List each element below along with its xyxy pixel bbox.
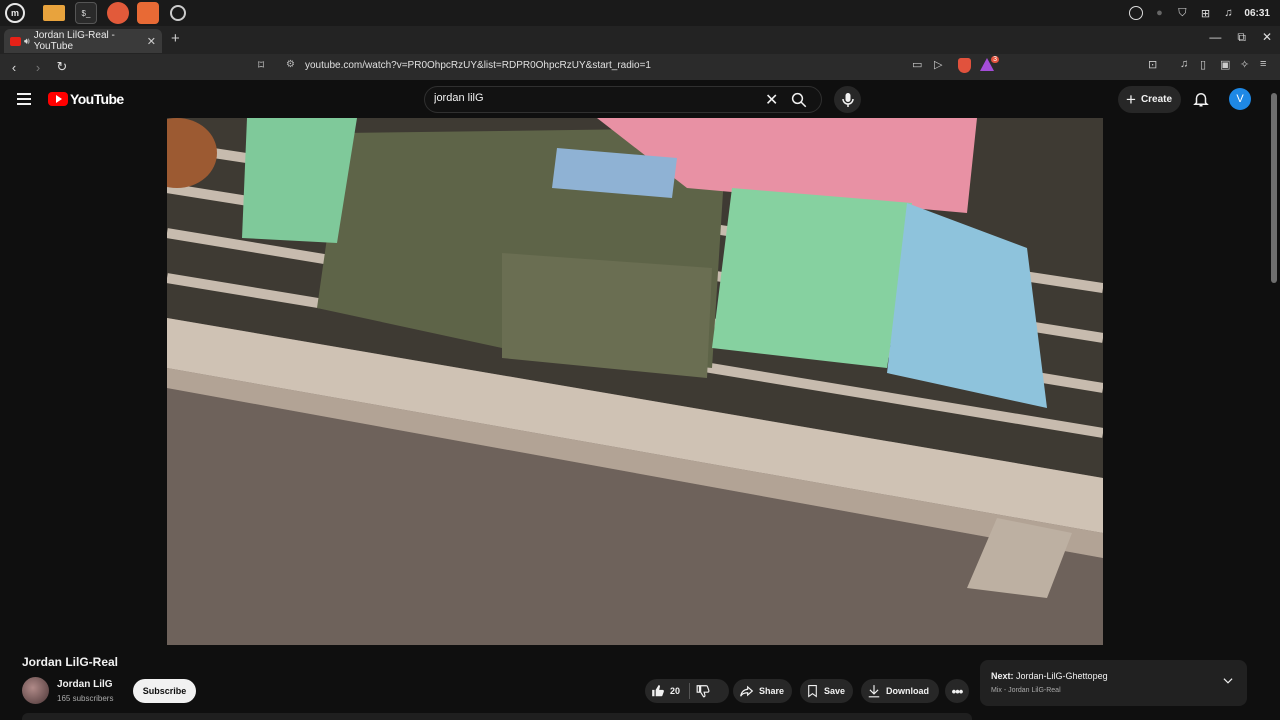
terminal-icon[interactable]: $_ [75, 2, 97, 24]
wallet-icon[interactable]: ▣ [1220, 58, 1230, 71]
next-mix-label: Mix - Jordan LilG-Real [991, 687, 1061, 694]
notifications-bell-icon[interactable] [1192, 90, 1210, 108]
plus-icon: + [1126, 89, 1136, 109]
cast-icon[interactable]: ▭ [912, 58, 922, 71]
address-bar[interactable]: youtube.com/watch?v=PR0OhpcRzUY&list=RDP… [305, 60, 651, 71]
account-avatar[interactable]: V [1229, 88, 1251, 110]
youtube-logo[interactable]: YouTube [48, 91, 124, 107]
save-button[interactable]: Save [800, 679, 853, 703]
youtube-favicon-icon [10, 36, 22, 46]
browser-tab-strip: 🔊︎ Jordan LilG-Real - YouTube ✕ + — ⧉ ✕ [0, 26, 1280, 54]
speaker-icon[interactable]: 🔊︎ [24, 36, 30, 47]
like-icon[interactable] [651, 684, 665, 698]
share-button[interactable]: Share [733, 679, 792, 703]
mint-menu-icon[interactable]: m [5, 3, 25, 23]
reload-icon[interactable]: ↻ [52, 59, 72, 75]
other-icon[interactable] [170, 5, 186, 21]
media-icon[interactable]: ♫ [1180, 58, 1188, 70]
new-tab-button[interactable]: + [171, 30, 180, 47]
more-actions-button[interactable]: ••• [945, 679, 969, 703]
voice-search-button[interactable] [834, 86, 861, 113]
video-frame-image [167, 118, 1103, 645]
dot-icon: ● [1156, 7, 1163, 19]
tab-youtube[interactable]: 🔊︎ Jordan LilG-Real - YouTube ✕ [4, 29, 162, 53]
clock[interactable]: 06:31 [1244, 8, 1270, 19]
dislike-icon[interactable] [696, 684, 710, 698]
brave-icon[interactable] [137, 2, 159, 24]
youtube-play-icon [48, 92, 68, 106]
close-window-icon[interactable]: ✕ [1262, 30, 1272, 45]
os-taskbar: m $_ ● ⛉ ⊞ ♫ 06:31 [0, 0, 1280, 26]
youtube-logo-text: YouTube [70, 91, 124, 107]
minimize-icon[interactable]: — [1209, 30, 1221, 45]
like-count[interactable]: 20 [670, 686, 680, 696]
send-icon[interactable]: ▷ [934, 58, 942, 71]
leo-ai-icon[interactable]: ✧ [1240, 58, 1249, 71]
next-video-title: Jordan-LilG-Ghettopeg [1016, 671, 1108, 681]
download-icon [868, 685, 880, 698]
search-input[interactable] [434, 92, 754, 104]
brave-rewards-icon[interactable]: 3 [980, 56, 999, 72]
search-box: ✕ [424, 86, 822, 113]
youtube-header: YouTube ✕ + Create V [0, 80, 1280, 118]
save-label: Save [824, 686, 846, 696]
search-icon[interactable] [790, 91, 808, 109]
more-dots-icon: ••• [951, 683, 964, 699]
screenshot-icon[interactable]: ⊡ [1148, 58, 1157, 71]
description-box-edge [22, 713, 972, 720]
channel-name[interactable]: Jordan LilG [57, 679, 113, 690]
site-info-icon[interactable]: ⚙ [286, 59, 295, 70]
next-title: Next: Jordan-LilG-Ghettopeg [991, 671, 1108, 681]
forward-icon[interactable]: › [28, 60, 48, 75]
video-title: Jordan LilG-Real [22, 655, 119, 669]
window-controls: — ⧉ ✕ [1209, 30, 1272, 45]
chevron-down-icon[interactable] [1221, 674, 1235, 688]
page-scrollbar[interactable] [1271, 93, 1277, 283]
hamburger-menu-icon[interactable] [17, 93, 31, 108]
recording-icon[interactable] [1129, 6, 1144, 20]
next-up-card[interactable]: Next: Jordan-LilG-Ghettopeg Mix - Jordan… [980, 660, 1247, 706]
tab-title: Jordan LilG-Real - YouTube [33, 30, 115, 52]
bookmark-icon[interactable]: ⌑ [258, 58, 264, 72]
video-player[interactable] [167, 118, 1103, 645]
create-button[interactable]: + Create [1118, 86, 1181, 113]
music-icon[interactable]: ♫ [1221, 6, 1235, 20]
clear-search-icon[interactable]: ✕ [765, 90, 778, 110]
channel-avatar[interactable] [22, 677, 49, 704]
sidebar-icon[interactable]: ▯ [1200, 58, 1206, 71]
like-divider [689, 683, 691, 699]
browser-toolbar: ‹ › ↻ ⌑ ⚙ youtube.com/watch?v=PR0OhpcRzU… [0, 54, 1280, 80]
brave-shield-icon[interactable] [958, 58, 971, 73]
restore-icon[interactable]: ⧉ [1237, 30, 1246, 45]
firefox-icon[interactable] [107, 2, 129, 24]
close-tab-icon[interactable]: ✕ [147, 35, 156, 48]
menu-icon[interactable]: ≡ [1260, 58, 1266, 70]
download-button[interactable]: Download [861, 679, 939, 703]
back-icon[interactable]: ‹ [4, 60, 24, 75]
system-tray: ● ⛉ ⊞ ♫ 06:31 [1129, 0, 1270, 26]
rewards-badge: 3 [991, 56, 999, 63]
share-icon [740, 685, 754, 697]
network-icon[interactable]: ⊞ [1198, 6, 1212, 20]
next-prefix: Next: [991, 671, 1014, 681]
save-bookmark-icon [808, 685, 817, 698]
subscribe-button[interactable]: Subscribe [133, 679, 196, 703]
download-label: Download [886, 686, 929, 696]
shield-icon[interactable]: ⛉ [1175, 6, 1189, 20]
subscriber-count: 165 subscribers [57, 694, 114, 703]
share-label: Share [759, 686, 785, 696]
files-icon[interactable] [43, 5, 65, 21]
microphone-icon [841, 92, 854, 107]
like-dislike-group: 20 [645, 679, 729, 703]
create-label: Create [1140, 94, 1173, 105]
